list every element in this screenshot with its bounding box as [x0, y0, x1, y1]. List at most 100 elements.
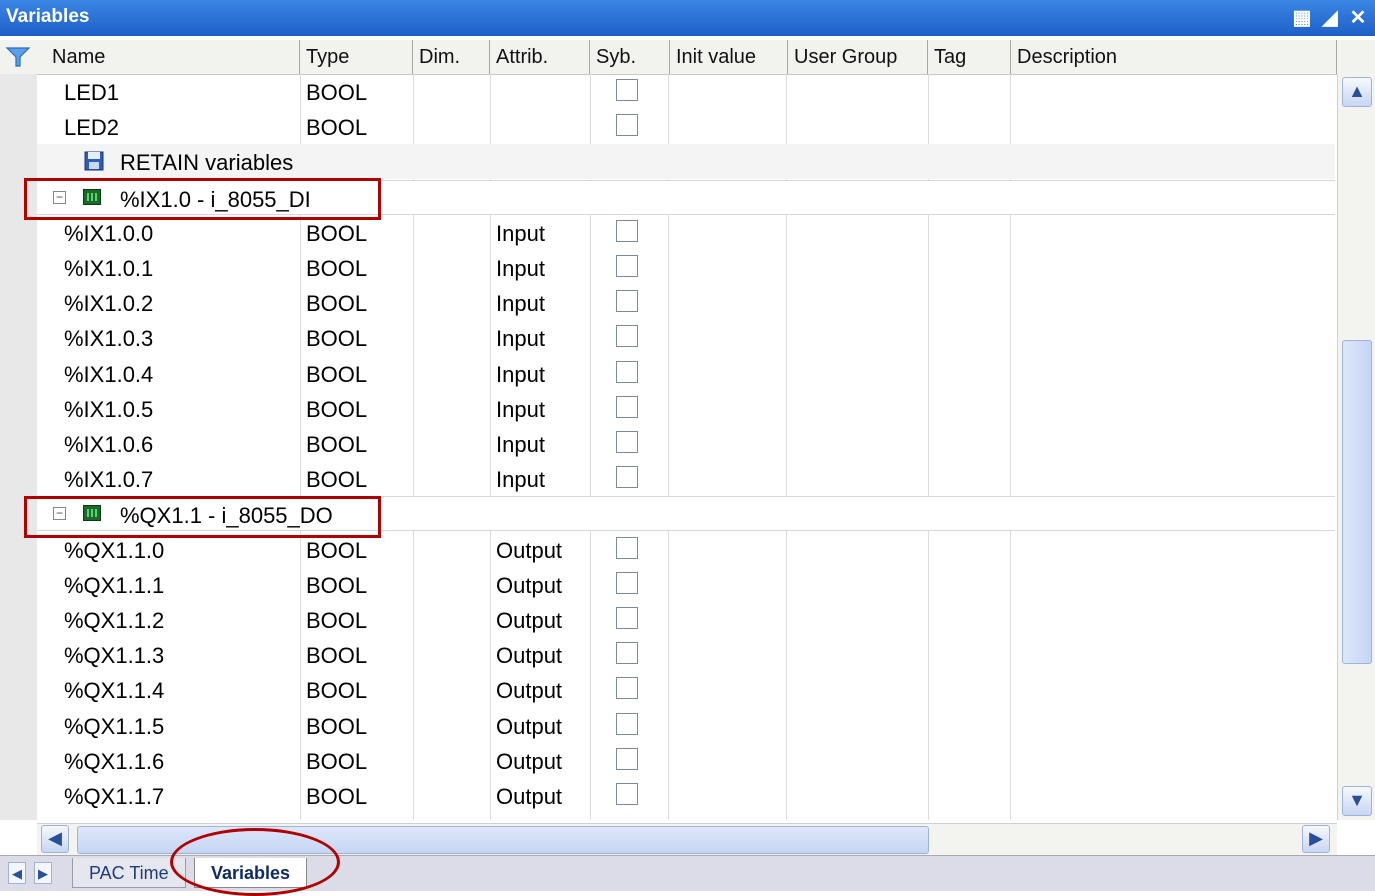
scroll-up-button[interactable]: ▲ — [1342, 77, 1372, 107]
tab-prev-icon[interactable]: ◀ — [8, 862, 26, 884]
variable-attrib: Output — [496, 678, 563, 704]
variable-type: BOOL — [306, 784, 368, 809]
symbol-checkbox[interactable] — [616, 607, 638, 629]
variable-attrib: Input — [496, 361, 545, 387]
symbol-checkbox[interactable] — [616, 677, 638, 700]
table-row[interactable]: %IX1.0.7 BOOL Input — [37, 461, 1335, 496]
scroll-down-button[interactable]: ▼ — [1342, 786, 1372, 816]
table-row[interactable]: %QX1.1.4 BOOL Output — [37, 672, 1335, 707]
retain-group-row[interactable]: RETAIN variables — [37, 144, 1335, 180]
save-disk-icon — [84, 151, 104, 177]
column-header-attrib[interactable]: Attrib. — [490, 40, 590, 74]
table-row[interactable]: %IX1.0.2 BOOL Input — [37, 285, 1335, 320]
column-header-name[interactable]: Name — [46, 40, 300, 74]
variable-type: BOOL — [306, 608, 368, 633]
table-row[interactable]: %QX1.1.2 BOOL Output — [37, 602, 1335, 637]
variable-name: %QX1.1.3 — [64, 643, 165, 669]
variable-name: %IX1.0.3 — [64, 326, 154, 352]
variable-attrib — [490, 109, 496, 144]
tab-pac-time[interactable]: PAC Time — [72, 858, 186, 888]
variable-name: %IX1.0.1 — [64, 256, 154, 281]
variable-attrib: Output — [496, 784, 563, 809]
scroll-right-button[interactable]: ▶ — [1302, 825, 1330, 853]
symbol-checkbox[interactable] — [616, 290, 638, 313]
symbol-checkbox[interactable] — [616, 571, 638, 594]
tab-next-icon[interactable]: ▶ — [34, 862, 52, 884]
symbol-checkbox[interactable] — [616, 114, 638, 137]
column-header-user-group[interactable]: User Group — [788, 40, 928, 74]
vertical-scrollbar[interactable]: ▲ ▼ — [1337, 74, 1375, 820]
variable-attrib: Output — [496, 748, 563, 774]
symbol-checkbox[interactable] — [616, 360, 638, 383]
column-header-description[interactable]: Description — [1011, 40, 1337, 74]
symbol-checkbox[interactable] — [616, 712, 638, 735]
column-header-tag[interactable]: Tag — [928, 40, 1011, 74]
variable-type: BOOL — [306, 115, 368, 141]
symbol-checkbox[interactable] — [616, 79, 638, 101]
variable-name: %QX1.1.6 — [64, 748, 165, 774]
variable-name: %QX1.1.5 — [64, 713, 165, 739]
variable-attrib: Input — [496, 256, 545, 281]
variable-type: BOOL — [306, 361, 368, 387]
column-header-type[interactable]: Type — [300, 40, 413, 74]
variable-name: %QX1.1.7 — [64, 784, 165, 809]
column-header-syb[interactable]: Syb. — [590, 40, 670, 74]
column-header: Name Type Dim. Attrib. Syb. Init value User Gr… — [0, 40, 1375, 75]
variable-attrib: Output — [496, 608, 563, 633]
table-row[interactable]: %IX1.0.3 BOOL Input — [37, 320, 1335, 355]
symbol-checkbox[interactable] — [616, 255, 638, 277]
symbol-checkbox[interactable] — [616, 783, 638, 805]
variable-name: LED2 — [64, 115, 120, 141]
column-header-init-value[interactable]: Init value — [670, 40, 788, 74]
table-row[interactable]: LED2 BOOL — [37, 109, 1335, 144]
variable-type: BOOL — [306, 713, 368, 739]
autohide-icon[interactable]: ◢ — [1319, 7, 1341, 29]
symbol-checkbox[interactable] — [616, 325, 638, 348]
variable-attrib: Input — [496, 467, 545, 493]
table-row[interactable]: %IX1.0.5 BOOL Input — [37, 391, 1335, 426]
filter-icon[interactable] — [4, 45, 32, 69]
variable-attrib: Output — [496, 537, 563, 563]
symbol-checkbox[interactable] — [616, 395, 638, 418]
table-row[interactable]: %QX1.1.3 BOOL Output — [37, 637, 1335, 672]
window-title: Variables — [6, 6, 90, 27]
table-row[interactable]: LED1 BOOL — [37, 74, 1335, 109]
variable-type: BOOL — [306, 748, 368, 774]
variable-type: BOOL — [306, 643, 368, 669]
variable-type: BOOL — [306, 80, 368, 105]
window-controls: ▦ ◢ ✕ — [1291, 7, 1369, 29]
variable-type: BOOL — [306, 396, 368, 422]
symbol-checkbox[interactable] — [616, 466, 638, 489]
variable-name: %IX1.0.5 — [64, 396, 154, 422]
table-row[interactable]: %QX1.1.5 BOOL Output — [37, 708, 1335, 743]
close-icon[interactable]: ✕ — [1347, 7, 1369, 29]
scroll-left-button[interactable]: ◀ — [41, 825, 69, 853]
dock-icon[interactable]: ▦ — [1291, 7, 1313, 29]
table-row[interactable]: %IX1.0.1 BOOL Input — [37, 250, 1335, 285]
table-row[interactable]: %QX1.1.6 BOOL Output — [37, 743, 1335, 778]
variable-type: BOOL — [306, 432, 368, 457]
variable-name: %IX1.0.2 — [64, 291, 154, 317]
symbol-checkbox[interactable] — [616, 642, 638, 665]
variable-name: %IX1.0.4 — [64, 361, 154, 387]
retain-label: RETAIN variables — [120, 150, 294, 176]
table-row[interactable]: %IX1.0.6 BOOL Input — [37, 426, 1335, 461]
table-row[interactable]: %IX1.0.0 BOOL Input — [37, 215, 1335, 250]
variable-attrib: Input — [496, 220, 545, 246]
table-row[interactable]: %QX1.1.1 BOOL Output — [37, 567, 1335, 602]
variable-type: BOOL — [306, 220, 368, 246]
variable-attrib — [490, 74, 496, 109]
variable-type: BOOL — [306, 678, 368, 704]
column-header-dim[interactable]: Dim. — [413, 40, 490, 74]
symbol-checkbox[interactable] — [616, 747, 638, 770]
table-row[interactable]: %QX1.1.7 BOOL Output — [37, 778, 1335, 813]
variable-name: %QX1.1.2 — [64, 608, 165, 633]
symbol-checkbox[interactable] — [616, 431, 638, 453]
variable-name: %IX1.0.7 — [64, 467, 154, 493]
symbol-checkbox[interactable] — [616, 536, 638, 559]
variable-type: BOOL — [306, 256, 368, 281]
variable-type: BOOL — [306, 572, 368, 598]
table-row[interactable]: %IX1.0.4 BOOL Input — [37, 356, 1335, 391]
symbol-checkbox[interactable] — [616, 219, 638, 242]
vertical-scroll-thumb[interactable] — [1342, 340, 1372, 664]
